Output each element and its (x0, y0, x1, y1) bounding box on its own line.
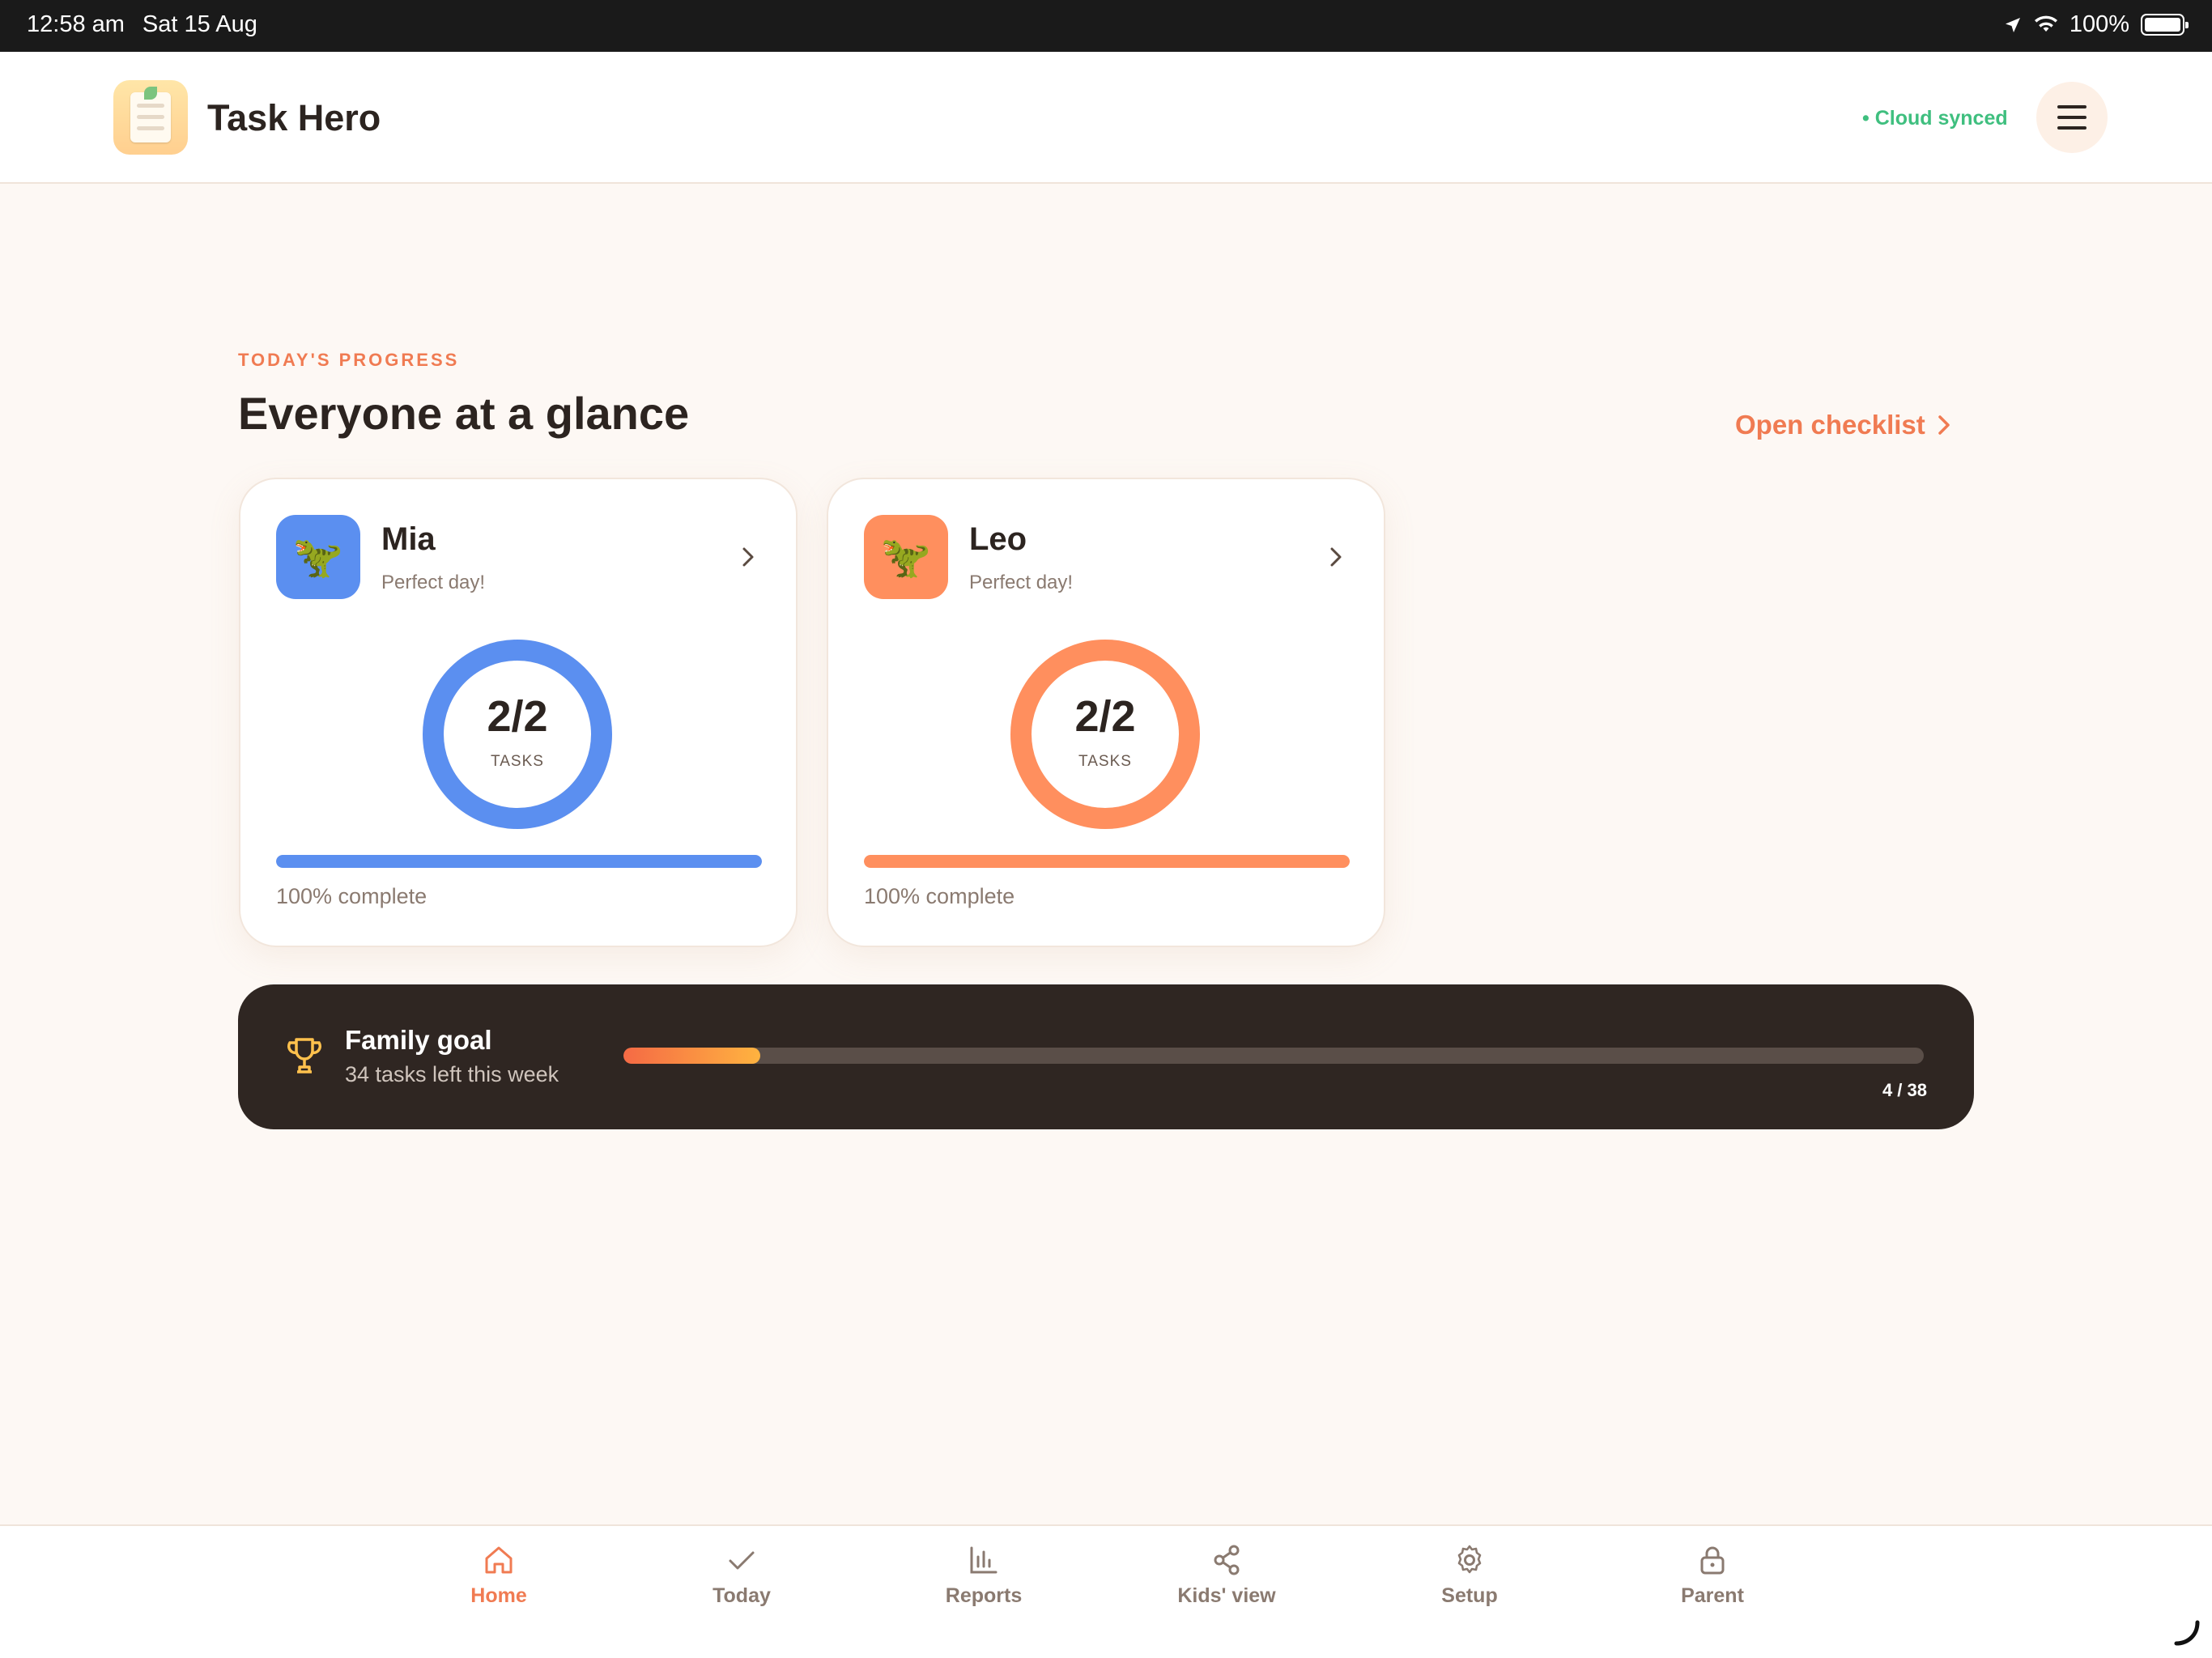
family-goal-panel[interactable]: Family goal 34 tasks left this week 4 / … (238, 984, 1974, 1129)
trophy-icon (287, 1038, 322, 1073)
tab-reports[interactable]: Reports (903, 1542, 1065, 1608)
open-checklist-link[interactable]: Open checklist (1735, 410, 1951, 440)
wifi-icon (2034, 15, 2057, 32)
location-icon (2005, 17, 2020, 32)
task-count-label: TASKS (1078, 753, 1132, 770)
progress-bar (276, 855, 762, 868)
chevron-right-icon (1330, 547, 1342, 567)
tab-label: Home (470, 1584, 527, 1607)
menu-button[interactable] (2036, 82, 2108, 153)
check-icon (729, 1551, 755, 1570)
kid-name: Leo (969, 521, 1027, 557)
app-title: Task Hero (207, 97, 381, 138)
kid-card-leo[interactable]: 🦖 Leo Perfect day! 2/2 TASKS 100% comple… (827, 478, 1385, 947)
tab-parent[interactable]: Parent (1631, 1542, 1793, 1608)
home-icon (485, 1546, 513, 1574)
goal-progress-bar (623, 1048, 1924, 1064)
corner-swipe-indicator (2174, 1620, 2200, 1646)
sync-status: • Cloud synced (1862, 107, 2008, 130)
status-time: 12:58 am (27, 11, 125, 37)
task-count-label: TASKS (491, 753, 544, 770)
open-checklist-label: Open checklist (1735, 410, 1925, 440)
goal-subtitle: 34 tasks left this week (345, 1062, 559, 1086)
bar-chart-icon (970, 1546, 998, 1574)
tab-kids-view[interactable]: Kids' view (1146, 1542, 1308, 1608)
status-date: Sat 15 Aug (142, 11, 257, 37)
battery-percent: 100% (2069, 11, 2129, 37)
dinosaur-icon: 🦖 (880, 534, 932, 580)
percent-complete: 100% complete (864, 884, 1015, 908)
chevron-right-icon (742, 547, 754, 567)
avatar: 🦖 (276, 515, 360, 599)
goal-title: Family goal (345, 1025, 492, 1055)
battery-icon (2141, 14, 2189, 36)
avatar: 🦖 (864, 515, 948, 599)
kid-card-mia[interactable]: 🦖 Mia Perfect day! 2/2 TASKS 100% comple… (239, 478, 798, 947)
kid-status: Perfect day! (381, 572, 486, 593)
bottom-tab-bar: Home Today Reports Kids' view Setup Pare… (0, 1524, 2212, 1658)
chevron-right-icon (1938, 415, 1950, 435)
tab-setup[interactable]: Setup (1389, 1542, 1551, 1608)
tab-label: Today (713, 1584, 771, 1607)
gear-icon (1457, 1545, 1482, 1574)
percent-complete: 100% complete (276, 884, 428, 908)
tab-label: Kids' view (1177, 1584, 1276, 1607)
lock-icon (1700, 1546, 1725, 1575)
tab-home[interactable]: Home (418, 1542, 580, 1608)
goal-count: 4 / 38 (1882, 1080, 1927, 1100)
task-count: 2/2 (1074, 692, 1136, 741)
tab-today[interactable]: Today (661, 1542, 823, 1608)
tab-label: Setup (1441, 1584, 1498, 1607)
task-count: 2/2 (487, 692, 548, 741)
kid-name: Mia (381, 521, 436, 557)
section-eyebrow: TODAY'S PROGRESS (238, 350, 460, 370)
tab-label: Reports (945, 1584, 1023, 1607)
progress-bar (864, 855, 1350, 868)
kid-status: Perfect day! (969, 572, 1074, 593)
page-title: Everyone at a glance (238, 388, 690, 439)
status-bar: 12:58 am Sat 15 Aug 100% (0, 0, 2212, 52)
share-icon (1214, 1545, 1240, 1575)
tab-label: Parent (1681, 1584, 1744, 1607)
app-header: Task Hero • Cloud synced (0, 52, 2212, 184)
dinosaur-icon: 🦖 (292, 534, 344, 580)
app-logo-icon (113, 80, 188, 155)
